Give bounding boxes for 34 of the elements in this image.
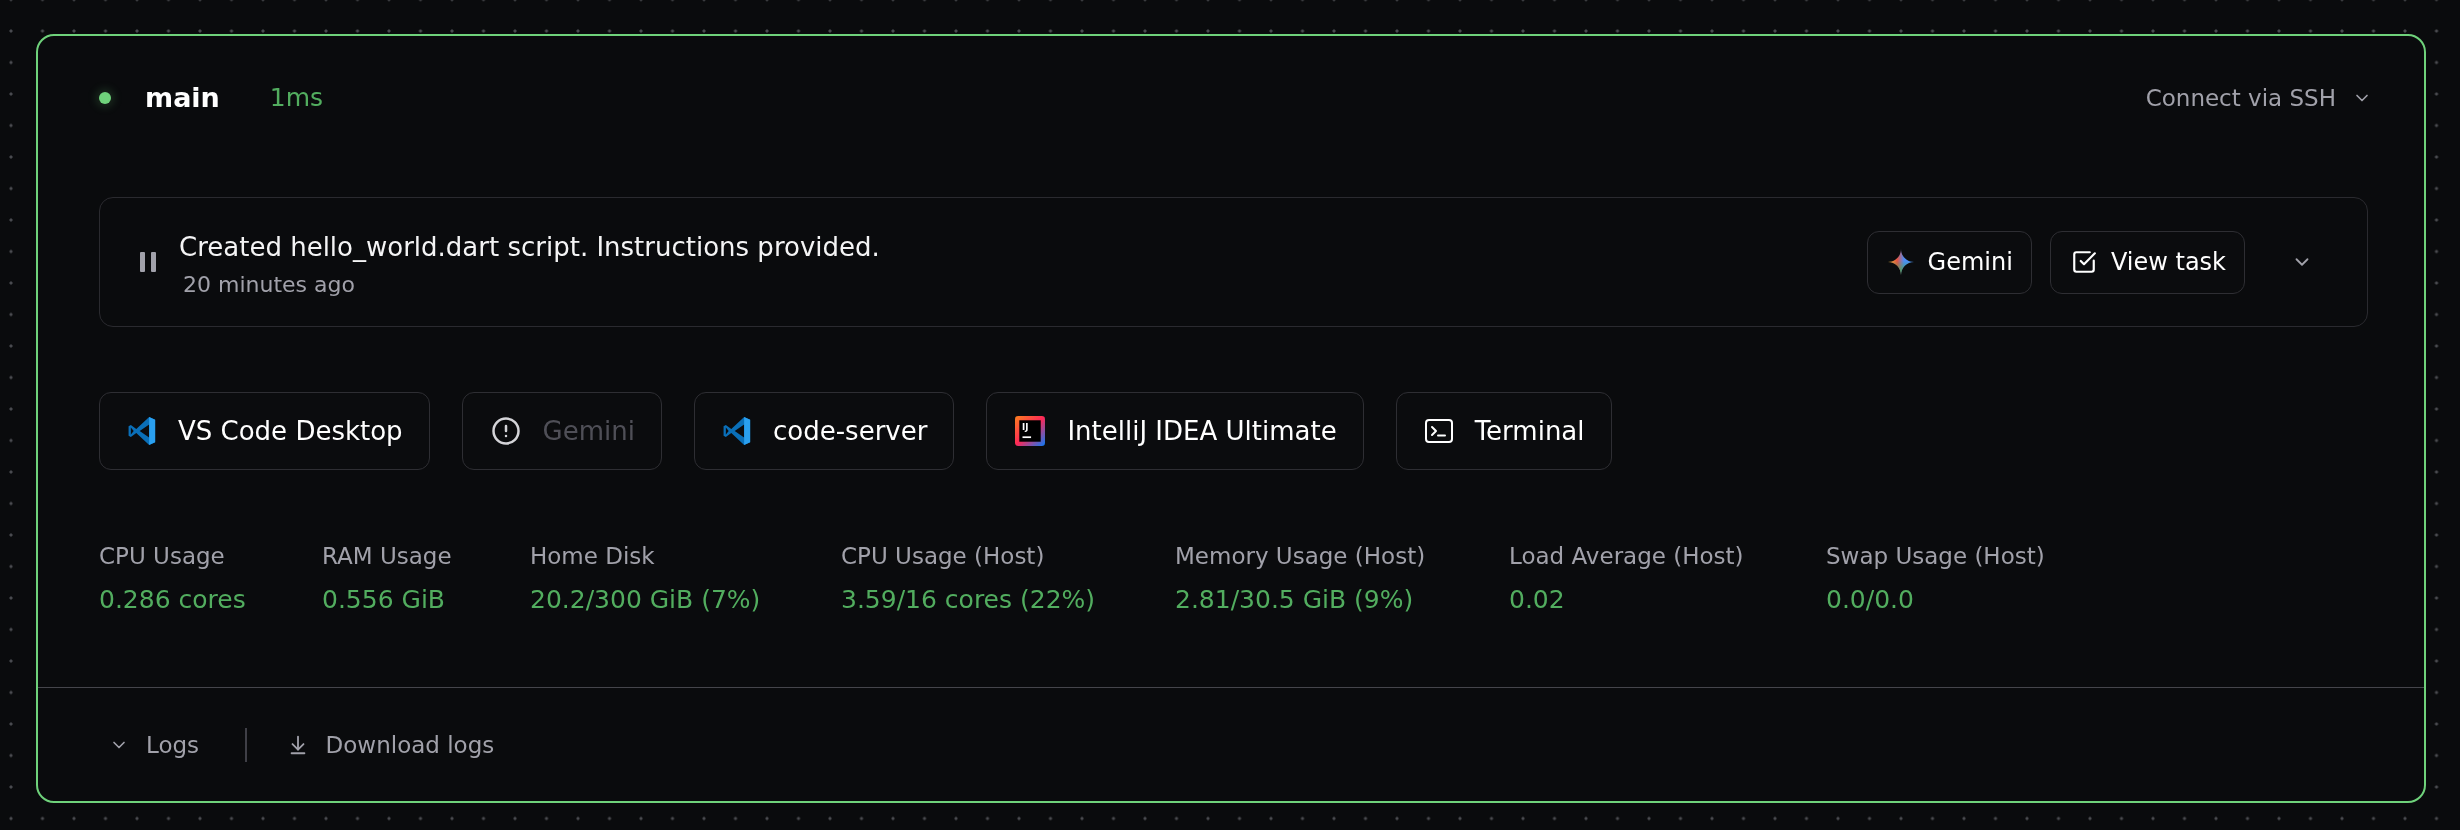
app-button[interactable]: code-server — [694, 392, 955, 470]
metric-label: Home Disk — [530, 542, 655, 570]
metric-value: 2.81/30.5 GiB (9%) — [1175, 585, 1414, 615]
terminal-icon — [1424, 419, 1453, 443]
checkbox-icon — [2070, 249, 2097, 275]
logs-toggle[interactable]: Logs — [109, 729, 200, 760]
ide-logo: IJ — [1015, 416, 1046, 446]
app-button[interactable]: Terminal — [1395, 392, 1612, 470]
workspace-name: main — [145, 81, 220, 115]
task-time: 20 minutes ago — [183, 271, 355, 299]
pause-icon — [140, 252, 156, 272]
metric-label: RAM Usage — [322, 542, 452, 570]
app-button[interactable]: VS Code Desktop — [99, 392, 430, 470]
task-message: Created hello_world.dart script. Instructions provided. — [179, 231, 880, 263]
latency-text: 1ms — [269, 82, 324, 114]
metric-label: CPU Usage — [99, 542, 225, 570]
agent-button[interactable]: Gemini — [1866, 230, 2032, 294]
metric-value: 0.286 cores — [99, 585, 246, 615]
metric-value: 0.556 GiB — [322, 585, 445, 615]
app-button[interactable]: IJ IntelliJ IDEA Ultimate — [986, 392, 1364, 470]
alert-icon — [490, 416, 521, 446]
metric-value: 3.59/16 cores (22%) — [841, 585, 1096, 615]
ssh-dropdown-button[interactable]: Connect via SSH — [2145, 83, 2372, 113]
metric-value: 0.0/0.0 — [1826, 585, 1914, 615]
code-logo-icon — [128, 417, 156, 445]
metric-label: Memory Usage (Host) — [1175, 542, 1426, 570]
code-logo-icon — [723, 417, 751, 445]
metric-label: Swap Usage (Host) — [1826, 542, 2045, 570]
view-task-button[interactable]: View task — [2049, 230, 2245, 294]
metric-value: 0.02 — [1509, 585, 1565, 615]
download-logs-button[interactable]: Download logs — [286, 729, 495, 760]
metric-label: Load Average (Host) — [1509, 542, 1744, 570]
metric-label: CPU Usage (Host) — [841, 542, 1045, 570]
metric-value: 20.2/300 GiB (7%) — [530, 585, 761, 615]
